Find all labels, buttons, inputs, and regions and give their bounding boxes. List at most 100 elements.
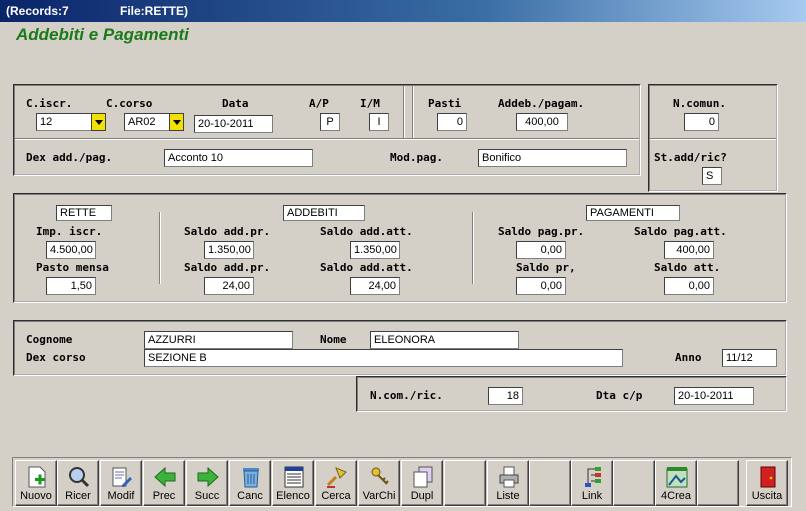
anno-label: Anno xyxy=(675,351,702,364)
dex-corso-field[interactable]: SEZIONE B xyxy=(144,349,623,367)
arrow-right-icon xyxy=(197,466,219,488)
c-iscr-dropdown-icon[interactable] xyxy=(91,113,106,131)
imp-iscr-label: Imp. iscr. xyxy=(36,225,103,238)
dex-corso-label: Dex corso xyxy=(26,351,86,364)
st-add-label: St.add/ric? xyxy=(654,151,727,164)
saldo-add-pr-label: Saldo add.pr. xyxy=(184,225,271,238)
anno-field[interactable]: 11/12 xyxy=(722,349,777,367)
ap-field[interactable]: P xyxy=(320,113,340,131)
c-iscr-label: C.iscr. xyxy=(26,97,73,110)
edit-doc-icon xyxy=(112,467,132,487)
saldo-att-field[interactable]: 0,00 xyxy=(664,277,714,295)
ncom-field[interactable]: 18 xyxy=(488,387,523,405)
imp-iscr-field[interactable]: 4.500,00 xyxy=(46,241,96,259)
saldo-pr-field[interactable]: 0,00 xyxy=(516,277,566,295)
data-field[interactable]: 20-10-2011 xyxy=(194,115,273,133)
duplicate-icon xyxy=(413,466,433,488)
records-count: (Records:7 xyxy=(6,4,69,18)
saldo-pag-pr-label: Saldo pag.pr. xyxy=(498,225,585,238)
saldo-pag-att-field[interactable]: 400,00 xyxy=(664,241,714,259)
empty-button-1[interactable] xyxy=(444,460,486,506)
im-field[interactable]: I xyxy=(369,113,389,131)
saldo-pag-pr-field[interactable]: 0,00 xyxy=(516,241,566,259)
ricer-label: Ricer xyxy=(65,490,91,502)
uscita-button[interactable]: Uscita xyxy=(746,460,788,506)
prec-label: Prec xyxy=(152,490,176,502)
uscita-label: Uscita xyxy=(751,490,783,502)
separator xyxy=(412,86,414,138)
arrow-left-icon xyxy=(154,466,176,488)
pasti-field[interactable]: 0 xyxy=(437,113,467,131)
saldo-add-att-2-label: Saldo add.att. xyxy=(320,261,413,274)
ricer-button[interactable]: Ricer xyxy=(57,460,99,506)
mod-pag-field[interactable]: Bonifico xyxy=(478,149,627,167)
list-icon xyxy=(284,466,304,488)
n-comun-label: N.comun. xyxy=(673,97,726,110)
new-doc-icon xyxy=(28,466,46,488)
create-icon xyxy=(666,467,688,488)
separator xyxy=(650,138,776,140)
printer-icon xyxy=(499,466,519,488)
c-corso-dropdown-icon[interactable] xyxy=(169,113,184,131)
dex-field[interactable]: Acconto 10 xyxy=(164,149,313,167)
succ-label: Succ xyxy=(194,490,220,502)
addeb-label: Addeb./pagam. xyxy=(498,97,585,110)
pasti-label: Pasti xyxy=(428,97,462,110)
empty-button-4[interactable] xyxy=(697,460,739,506)
saldo-add-att-field[interactable]: 1.350,00 xyxy=(350,241,400,259)
prec-button[interactable]: Prec xyxy=(143,460,185,506)
cerca-label: Cerca xyxy=(321,490,351,502)
4crea-label: 4Crea xyxy=(661,490,691,502)
4crea-button[interactable]: 4Crea xyxy=(655,460,697,506)
c-corso-value[interactable]: AR02 xyxy=(124,113,170,131)
exit-door-icon xyxy=(760,466,776,488)
link-button[interactable]: Link xyxy=(571,460,613,506)
pasto-mensa-field[interactable]: 1,50 xyxy=(46,277,96,295)
saldo-att-label: Saldo att. xyxy=(654,261,721,274)
dta-field[interactable]: 20-10-2011 xyxy=(674,387,754,405)
saldo-pr-label: Saldo pr, xyxy=(516,261,576,274)
empty-button-2[interactable] xyxy=(529,460,571,506)
addeb-field[interactable]: 400,00 xyxy=(516,113,568,131)
separator xyxy=(159,212,161,284)
empty-button-3[interactable] xyxy=(613,460,655,506)
toolbar: Nuovo Ricer Modif Prec Succ Canc Elenco … xyxy=(12,457,792,507)
nome-field[interactable]: ELEONORA xyxy=(370,331,519,349)
nome-label: Nome xyxy=(320,333,347,346)
saldo-add-att-2-field[interactable]: 24,00 xyxy=(350,277,400,295)
trash-icon xyxy=(243,468,259,488)
cognome-field[interactable]: AZZURRI xyxy=(144,331,293,349)
c-corso-select[interactable]: AR02 xyxy=(124,113,184,131)
c-iscr-select[interactable]: 12 xyxy=(36,113,106,131)
form-title: Addebiti e Pagamenti xyxy=(16,25,189,44)
n-comun-field[interactable]: 0 xyxy=(684,113,719,131)
cerca-button[interactable]: Cerca xyxy=(315,460,357,506)
saldo-pag-att-label: Saldo pag.att. xyxy=(634,225,727,238)
dex-label: Dex add./pag. xyxy=(26,151,113,164)
file-name: File:RETTE) xyxy=(120,4,188,18)
elenco-label: Elenco xyxy=(276,490,310,502)
nuovo-label: Nuovo xyxy=(20,490,52,502)
saldo-add-pr-2-field[interactable]: 24,00 xyxy=(204,277,254,295)
varchi-button[interactable]: VarChi xyxy=(358,460,400,506)
canc-button[interactable]: Canc xyxy=(229,460,271,506)
succ-button[interactable]: Succ xyxy=(186,460,228,506)
liste-button[interactable]: Liste xyxy=(487,460,529,506)
search-icon xyxy=(326,467,347,488)
liste-label: Liste xyxy=(496,490,520,502)
dupl-button[interactable]: Dupl xyxy=(401,460,443,506)
nuovo-button[interactable]: Nuovo xyxy=(15,460,57,506)
elenco-button[interactable]: Elenco xyxy=(272,460,314,506)
st-add-field[interactable]: S xyxy=(702,167,722,185)
data-label: Data xyxy=(222,97,249,110)
link-label: Link xyxy=(581,490,603,502)
link-icon xyxy=(585,467,601,487)
c-iscr-value[interactable]: 12 xyxy=(36,113,92,131)
separator xyxy=(403,86,405,138)
magnifier-icon xyxy=(69,467,90,488)
ncom-label: N.com./ric. xyxy=(370,389,443,402)
modif-button[interactable]: Modif xyxy=(100,460,142,506)
pasto-mensa-label: Pasto mensa xyxy=(36,261,109,274)
saldo-add-pr-field[interactable]: 1.350,00 xyxy=(204,241,254,259)
varchi-label: VarChi xyxy=(362,490,396,502)
